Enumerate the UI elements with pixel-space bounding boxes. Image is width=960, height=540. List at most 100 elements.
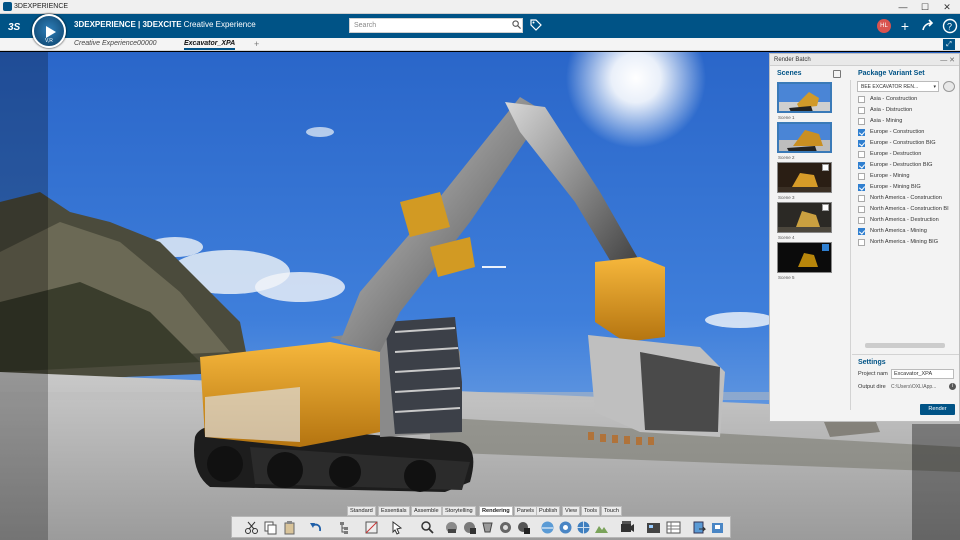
add-icon[interactable]: + — [897, 18, 913, 34]
refresh-icon[interactable] — [943, 81, 955, 92]
tab-panels[interactable]: Panels — [514, 506, 538, 516]
table-icon[interactable] — [666, 520, 681, 535]
scene-icon[interactable] — [594, 520, 609, 535]
tab-tools[interactable]: Tools — [581, 506, 601, 516]
scene-item[interactable]: Scene 3 — [777, 162, 832, 202]
scene-thumbnail[interactable] — [777, 82, 832, 113]
tab-essentials[interactable]: Essentials — [378, 506, 410, 516]
output-directory-value[interactable]: C:\Users\OXL\App... — [891, 384, 936, 390]
grid-icon[interactable] — [364, 520, 379, 535]
light-icon[interactable] — [558, 520, 573, 535]
info-icon[interactable]: i — [949, 383, 956, 390]
minimize-button[interactable]: — — [892, 0, 914, 14]
scene-checkbox[interactable] — [822, 204, 829, 211]
scene-item[interactable]: Scene 5 — [777, 242, 832, 282]
variant-checkbox[interactable] — [858, 173, 865, 180]
variant-item[interactable]: Asia - Mining — [858, 117, 958, 128]
variant-item[interactable]: Asia - Distruction — [858, 106, 958, 117]
batch-render-icon[interactable] — [516, 520, 531, 535]
tab-rendering[interactable]: Rendering — [479, 506, 513, 516]
publish-icon[interactable] — [692, 520, 707, 535]
tab-standard[interactable]: Standard — [347, 506, 376, 516]
compass-widget[interactable]: V,R — [32, 14, 66, 48]
share-icon[interactable] — [920, 18, 936, 34]
scene-item[interactable]: Scene 1 — [777, 82, 832, 122]
package-variant-set-select[interactable]: BEE EXCAVATOR REN... ▾ — [857, 81, 939, 92]
variant-checkbox[interactable] — [858, 96, 865, 103]
magnifier-icon[interactable] — [420, 520, 435, 535]
help-icon[interactable]: ? — [942, 18, 958, 34]
fit-all-icon[interactable]: ⤢ — [943, 39, 955, 50]
variant-checkbox[interactable] — [858, 140, 865, 147]
tab-publish[interactable]: Publish — [536, 506, 561, 516]
variant-checkbox[interactable] — [858, 206, 865, 213]
camera-icon[interactable] — [620, 520, 635, 535]
tab-assemble[interactable]: Assemble — [411, 506, 442, 516]
render-sphere-icon[interactable] — [444, 520, 459, 535]
variant-item[interactable]: North America - Destruction — [858, 216, 958, 227]
variant-item[interactable]: Europe - Construction BIG — [858, 139, 958, 150]
tab-creative-experience[interactable]: Creative Experience00000 — [74, 40, 157, 47]
variant-item[interactable]: North America - Mining BIG — [858, 238, 958, 249]
scene-checkbox[interactable] — [822, 164, 829, 171]
variant-item[interactable]: North America - Mining — [858, 227, 958, 238]
avatar[interactable]: HL — [877, 19, 891, 33]
tab-touch[interactable]: Touch — [601, 506, 622, 516]
robot-manipulator-handle[interactable] — [482, 266, 506, 268]
horizontal-scrollbar[interactable] — [865, 343, 945, 348]
cut-icon[interactable] — [244, 520, 259, 535]
variant-checkbox[interactable] — [858, 151, 865, 158]
variant-item[interactable]: Europe - Destruction BIG — [858, 161, 958, 172]
undo-icon[interactable] — [308, 520, 323, 535]
variant-item[interactable]: Europe - Construction — [858, 128, 958, 139]
copy-icon[interactable] — [263, 520, 278, 535]
ds-logo-icon[interactable]: 3S — [6, 17, 24, 35]
variant-checkbox[interactable] — [858, 195, 865, 202]
tab-excavator[interactable]: Excavator_XPA — [184, 40, 236, 50]
scene-item[interactable]: Scene 4 — [777, 202, 832, 242]
paste-icon[interactable] — [282, 520, 297, 535]
variant-label: Europe - Destruction — [870, 151, 922, 157]
export-icon[interactable] — [710, 520, 725, 535]
variant-checkbox[interactable] — [858, 129, 865, 136]
variant-item[interactable]: Asia - Construction — [858, 95, 958, 106]
render-region-icon[interactable] — [462, 520, 477, 535]
variant-item[interactable]: North America - Construction — [858, 194, 958, 205]
shader-icon[interactable] — [480, 520, 495, 535]
variant-item[interactable]: North America - Construction BI — [858, 205, 958, 216]
variant-item[interactable]: Europe - Mining BIG — [858, 183, 958, 194]
environment-icon[interactable] — [540, 520, 555, 535]
render-button[interactable]: Render — [920, 404, 955, 415]
variant-checkbox[interactable] — [858, 217, 865, 224]
maximize-button[interactable]: ☐ — [914, 0, 936, 14]
scene-thumbnail[interactable] — [777, 122, 832, 153]
variant-checkbox[interactable] — [858, 118, 865, 125]
variant-checkbox[interactable] — [858, 107, 865, 114]
panel-title-text: Render Batch — [774, 57, 811, 63]
globe-icon[interactable] — [576, 520, 591, 535]
pointer-icon[interactable] — [390, 520, 405, 535]
close-button[interactable]: ✕ — [936, 0, 958, 14]
add-tab-button[interactable]: + — [254, 39, 259, 49]
panel-window-controls[interactable]: — ✕ — [940, 56, 955, 64]
tab-view[interactable]: View — [562, 506, 581, 516]
svg-text:?: ? — [947, 22, 952, 32]
variant-checkbox[interactable] — [858, 239, 865, 246]
search-input[interactable]: Search — [349, 18, 523, 33]
window-titlebar: 3DEXPERIENCE — ☐ ✕ — [0, 0, 960, 14]
variant-item[interactable]: Europe - Mining — [858, 172, 958, 183]
add-scene-icon[interactable] — [833, 70, 841, 78]
search-icon[interactable] — [512, 20, 521, 29]
scene-item[interactable]: Scene 2 — [777, 122, 832, 162]
variant-checkbox[interactable] — [858, 184, 865, 191]
project-name-input[interactable]: Excavator_XPA — [891, 369, 954, 379]
variant-checkbox[interactable] — [858, 228, 865, 235]
variant-item[interactable]: Europe - Destruction — [858, 150, 958, 161]
video-icon[interactable] — [646, 520, 661, 535]
variant-checkbox[interactable] — [858, 162, 865, 169]
tab-storytelling[interactable]: Storytelling — [442, 506, 476, 516]
scene-checkbox[interactable] — [822, 244, 829, 251]
tree-icon[interactable] — [338, 520, 353, 535]
snapshot-icon[interactable] — [498, 520, 513, 535]
tag-icon[interactable] — [530, 19, 542, 31]
